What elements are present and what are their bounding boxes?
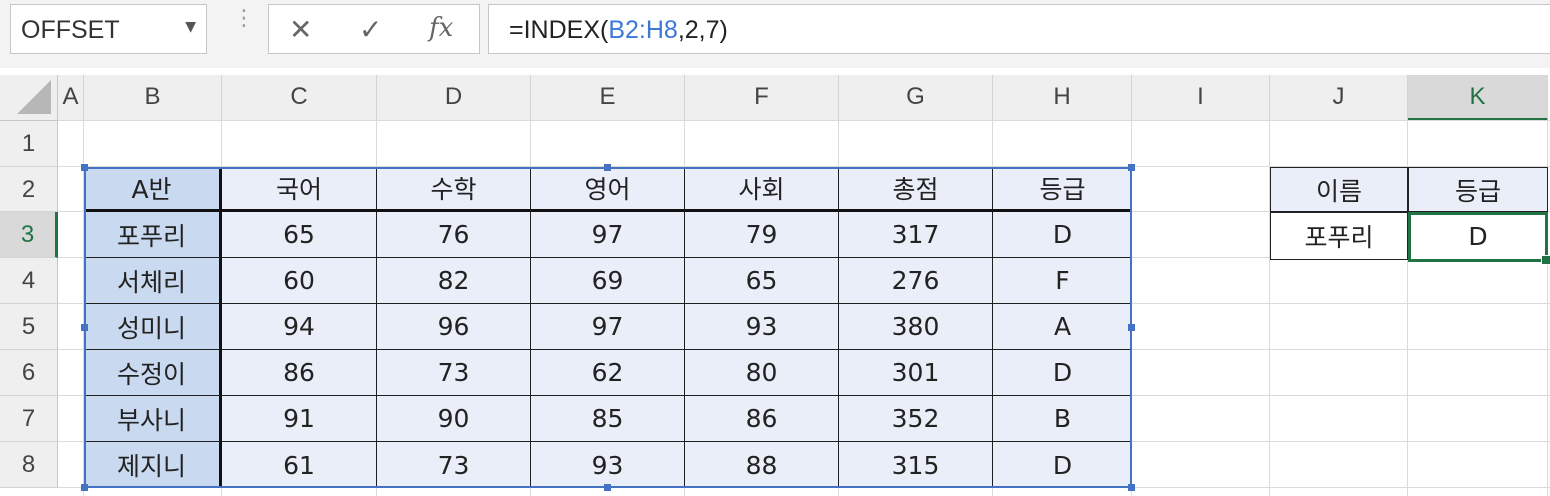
resize-handle[interactable] bbox=[604, 164, 611, 171]
column-header-f[interactable]: F bbox=[685, 75, 839, 121]
row-header-8[interactable]: 8 bbox=[0, 442, 58, 488]
chevron-down-icon[interactable]: ▼ bbox=[185, 19, 196, 35]
resize-handle[interactable] bbox=[81, 324, 88, 331]
row-header-4[interactable]: 4 bbox=[0, 258, 58, 304]
table-cell[interactable]: 86 bbox=[222, 350, 377, 396]
resize-handle[interactable] bbox=[1128, 164, 1135, 171]
table-row-name[interactable]: 부사니 bbox=[84, 396, 222, 442]
table-cell[interactable]: 73 bbox=[377, 350, 531, 396]
table-cell[interactable]: D bbox=[993, 350, 1132, 396]
table-cell[interactable]: 90 bbox=[377, 396, 531, 442]
gridline-horizontal bbox=[58, 120, 1550, 121]
select-all-button[interactable] bbox=[0, 75, 58, 121]
table-cell[interactable]: 317 bbox=[839, 212, 993, 258]
formula-bar-area: OFFSET ▼ ⋮ ✕ ✓ fx =INDEX(B2:H8,2,7) bbox=[0, 0, 1550, 68]
table-cell[interactable]: 97 bbox=[531, 304, 685, 350]
resize-handle[interactable] bbox=[1128, 324, 1135, 331]
row-header-7[interactable]: 7 bbox=[0, 396, 58, 442]
table-corner-header[interactable]: A반 bbox=[84, 167, 222, 212]
lookup-name-label[interactable]: 이름 bbox=[1270, 167, 1408, 212]
row-header-6[interactable]: 6 bbox=[0, 350, 58, 396]
column-header-h[interactable]: H bbox=[993, 75, 1132, 121]
table-column-header[interactable]: 수학 bbox=[377, 167, 531, 212]
table-cell[interactable]: 82 bbox=[377, 258, 531, 304]
table-cell[interactable]: 276 bbox=[839, 258, 993, 304]
column-header-e[interactable]: E bbox=[531, 75, 685, 121]
table-cell[interactable]: 93 bbox=[685, 304, 839, 350]
enter-check-icon[interactable]: ✓ bbox=[359, 13, 382, 46]
table-cell[interactable]: 61 bbox=[222, 442, 377, 488]
table-cell[interactable]: B bbox=[993, 396, 1132, 442]
fill-handle[interactable] bbox=[1541, 255, 1550, 265]
formula-text: =INDEX(B2:H8,2,7) bbox=[509, 16, 728, 44]
row-header-2[interactable]: 2 bbox=[0, 167, 58, 212]
table-row-name[interactable]: 성미니 bbox=[84, 304, 222, 350]
table-cell[interactable]: 94 bbox=[222, 304, 377, 350]
lookup-name-value[interactable]: 포푸리 bbox=[1270, 212, 1408, 260]
table-column-header[interactable]: 영어 bbox=[531, 167, 685, 212]
drag-handle-icon[interactable]: ⋮ bbox=[233, 8, 255, 30]
table-column-header[interactable]: 등급 bbox=[993, 167, 1132, 212]
column-header-k[interactable]: K bbox=[1408, 75, 1548, 121]
row-header-3[interactable]: 3 bbox=[0, 212, 58, 258]
table-cell[interactable]: 65 bbox=[685, 258, 839, 304]
table-cell[interactable]: A bbox=[993, 304, 1132, 350]
column-header-j[interactable]: J bbox=[1270, 75, 1408, 121]
table-cell[interactable]: 69 bbox=[531, 258, 685, 304]
row-header-5[interactable]: 5 bbox=[0, 304, 58, 350]
table-cell[interactable]: 86 bbox=[685, 396, 839, 442]
name-box[interactable]: OFFSET ▼ bbox=[10, 4, 207, 54]
table-cell[interactable]: 76 bbox=[377, 212, 531, 258]
table-cell[interactable]: 97 bbox=[531, 212, 685, 258]
resize-handle[interactable] bbox=[1128, 484, 1135, 491]
table-cell[interactable]: 96 bbox=[377, 304, 531, 350]
lookup-grade-label[interactable]: 등급 bbox=[1408, 167, 1548, 212]
resize-handle[interactable] bbox=[81, 484, 88, 491]
table-cell[interactable]: 380 bbox=[839, 304, 993, 350]
table-column-header[interactable]: 사회 bbox=[685, 167, 839, 212]
table-column-header[interactable]: 총점 bbox=[839, 167, 993, 212]
formula-input[interactable]: =INDEX(B2:H8,2,7) bbox=[488, 4, 1550, 54]
table-cell[interactable]: 60 bbox=[222, 258, 377, 304]
row-header-1[interactable]: 1 bbox=[0, 121, 58, 167]
table-row-name[interactable]: 수정이 bbox=[84, 350, 222, 396]
table-cell[interactable]: 73 bbox=[377, 442, 531, 488]
table-cell[interactable]: 301 bbox=[839, 350, 993, 396]
insert-function-icon[interactable]: fx bbox=[429, 13, 453, 43]
formula-buttons: ✕ ✓ fx bbox=[268, 4, 480, 54]
table-cell[interactable]: 91 bbox=[222, 396, 377, 442]
resize-handle[interactable] bbox=[81, 164, 88, 171]
table-row-name[interactable]: 제지니 bbox=[84, 442, 222, 488]
table-row-name[interactable]: 포푸리 bbox=[84, 212, 222, 258]
table-cell[interactable]: 352 bbox=[839, 396, 993, 442]
table-cell[interactable]: 315 bbox=[839, 442, 993, 488]
table-cell[interactable]: 65 bbox=[222, 212, 377, 258]
table-cell[interactable]: F bbox=[993, 258, 1132, 304]
column-header-g[interactable]: G bbox=[839, 75, 993, 121]
column-header-a[interactable]: A bbox=[58, 75, 84, 121]
column-header-b[interactable]: B bbox=[84, 75, 222, 121]
table-cell[interactable]: 93 bbox=[531, 442, 685, 488]
name-box-value: OFFSET bbox=[21, 16, 120, 44]
table-column-header[interactable]: 국어 bbox=[222, 167, 377, 212]
table-cell[interactable]: 80 bbox=[685, 350, 839, 396]
table-row-name[interactable]: 서체리 bbox=[84, 258, 222, 304]
cancel-icon[interactable]: ✕ bbox=[289, 13, 312, 46]
table-cell[interactable]: D bbox=[993, 442, 1132, 488]
table-cell[interactable]: 88 bbox=[685, 442, 839, 488]
table-cell[interactable]: 62 bbox=[531, 350, 685, 396]
active-cell-k3[interactable] bbox=[1408, 212, 1548, 262]
column-header-c[interactable]: C bbox=[222, 75, 377, 121]
column-header-d[interactable]: D bbox=[377, 75, 531, 121]
table-cell[interactable]: D bbox=[993, 212, 1132, 258]
resize-handle[interactable] bbox=[604, 484, 611, 491]
table-cell[interactable]: 79 bbox=[685, 212, 839, 258]
column-header-i[interactable]: I bbox=[1132, 75, 1270, 121]
table-cell[interactable]: 85 bbox=[531, 396, 685, 442]
